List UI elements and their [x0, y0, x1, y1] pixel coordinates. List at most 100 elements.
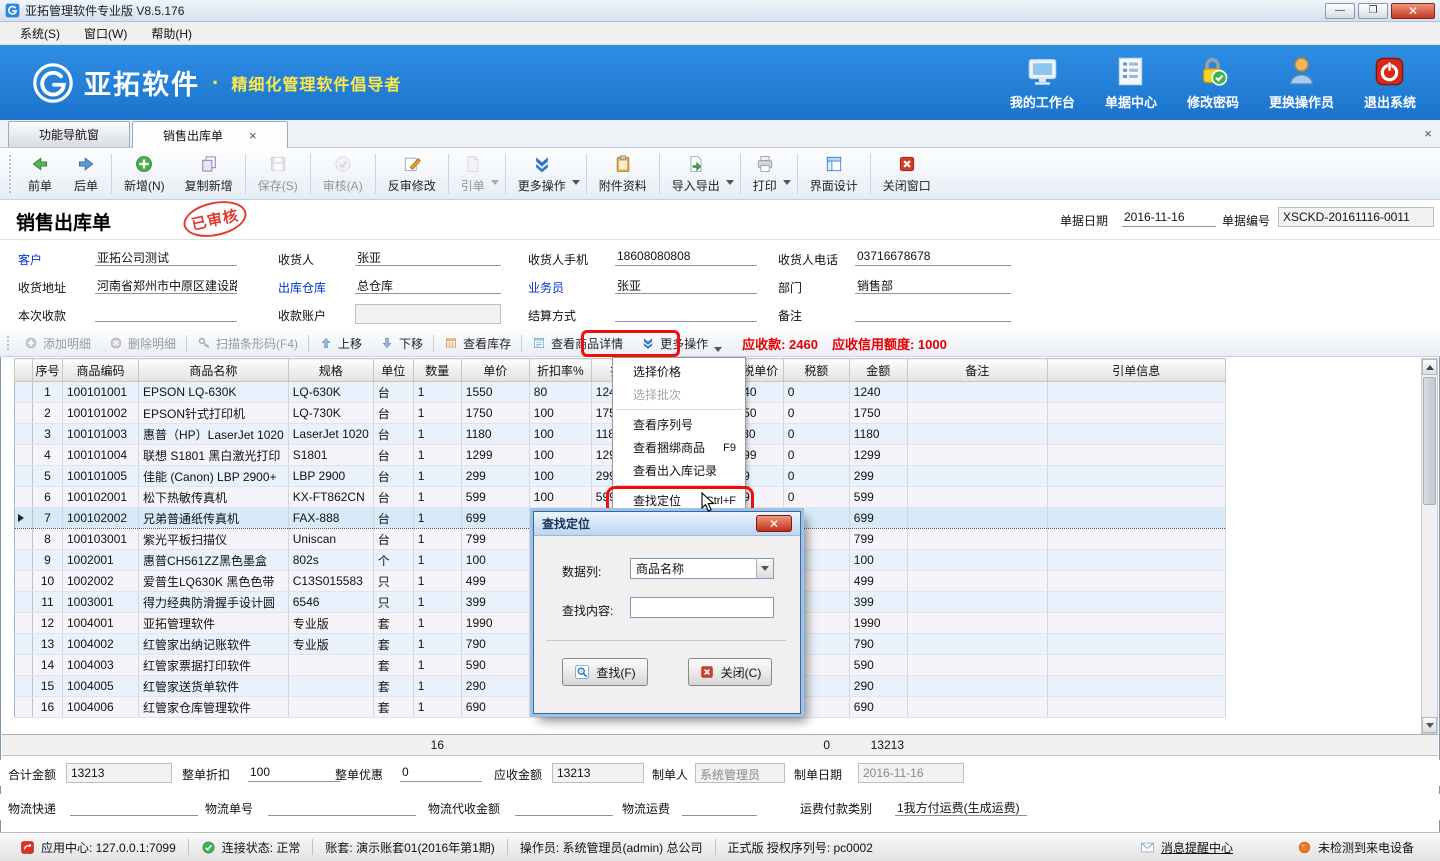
footer-value-运费付款类别[interactable]: 1我方付运费(生成运费) [895, 798, 1027, 816]
menu-item-1[interactable]: 窗口(W) [72, 22, 139, 45]
column-header-单价[interactable]: 单价 [461, 359, 529, 382]
footer-value-整单折扣[interactable]: 100 [248, 764, 340, 782]
detail-上移[interactable]: 上移 [310, 330, 371, 356]
chevron-down-icon[interactable] [491, 180, 499, 185]
field-value-收货人手机[interactable]: 18608080808 [615, 248, 757, 266]
chevron-down-icon[interactable] [783, 180, 791, 185]
column-header-税额[interactable]: 税额 [783, 359, 849, 382]
toolbar-前单[interactable]: 前单 [17, 152, 63, 196]
chevron-down-icon[interactable] [572, 180, 580, 185]
field-label-出库仓库[interactable]: 出库仓库 [278, 279, 326, 296]
banner-action-1[interactable]: 单据中心 [1105, 55, 1157, 111]
toolbar-导入导出[interactable]: 导入导出 [662, 152, 738, 196]
detail-label: 删除明细 [128, 335, 176, 352]
field-value-本次收款[interactable] [95, 304, 237, 322]
column-header-序号[interactable]: 序号 [33, 359, 63, 382]
toolbar-打印[interactable]: 打印 [743, 152, 795, 196]
toolbar-界面设计[interactable]: 界面设计 [800, 152, 868, 196]
vertical-scrollbar[interactable] [1421, 358, 1438, 734]
doc-date-field[interactable]: 2016-11-16 [1122, 209, 1216, 227]
toolbar-关闭窗口[interactable]: 关闭窗口 [873, 152, 941, 196]
scroll-up-button[interactable] [1422, 359, 1437, 375]
detail-下移[interactable]: 下移 [371, 330, 432, 356]
menu-item-2[interactable]: 帮助(H) [139, 22, 204, 45]
cell: 1002001 [63, 550, 139, 571]
find-content-input[interactable] [630, 597, 774, 618]
column-header-商品名称[interactable]: 商品名称 [139, 359, 289, 382]
field-label-客户[interactable]: 客户 [18, 251, 42, 268]
column-header-金额[interactable]: 金额 [849, 359, 907, 382]
banner-action-4[interactable]: 退出系统 [1364, 55, 1416, 111]
cell [288, 676, 373, 697]
field-value-出库仓库[interactable]: 总仓库 [355, 276, 501, 294]
footer-label-整单折扣: 整单折扣 [182, 766, 230, 783]
toolbar-新增(N)[interactable]: 新增(N) [114, 152, 175, 196]
cell: 亚拓管理软件 [139, 613, 289, 634]
scrollbar-thumb[interactable] [1423, 377, 1436, 505]
footer-value-物流运费[interactable] [682, 798, 757, 816]
field-value-业务员[interactable]: 张亚 [615, 276, 757, 294]
toolbar-复制新增[interactable]: 复制新增 [175, 152, 243, 196]
restore-button[interactable]: ❐ [1358, 3, 1388, 19]
field-value-备注[interactable] [855, 304, 1011, 322]
field-value-收货人[interactable]: 张亚 [355, 248, 501, 266]
menu-item-0[interactable]: 系统(S) [8, 22, 72, 45]
field-value-收货人电话[interactable]: 03716678678 [855, 248, 1011, 266]
detail-更多操作[interactable]: 更多操作 [632, 330, 728, 356]
toolbar-更多操作[interactable]: 更多操作 [508, 152, 584, 196]
dialog-close-button[interactable]: ✕ [756, 515, 792, 532]
cell: 7 [33, 508, 63, 529]
banner-action-3[interactable]: 更换操作员 [1269, 55, 1334, 111]
toolbar-附件资料[interactable]: 附件资料 [589, 152, 657, 196]
chevron-down-icon[interactable] [714, 347, 722, 352]
field-label-业务员[interactable]: 业务员 [528, 279, 564, 296]
menu-item-查看出入库记录[interactable]: 查看出入库记录 [613, 459, 745, 482]
detail-查看库存[interactable]: 查看库存 [435, 330, 520, 356]
footer-value-物流单号[interactable] [268, 798, 416, 816]
tab-0[interactable]: 功能导航窗 [8, 121, 130, 147]
toolbar-反审修改[interactable]: 反审修改 [378, 152, 446, 196]
data-column-select[interactable]: 商品名称 [630, 558, 774, 579]
find-button[interactable]: 查找(F) [562, 658, 648, 686]
field-value-部门[interactable]: 销售部 [855, 276, 1011, 294]
column-header-折扣率%[interactable]: 折扣率% [529, 359, 591, 382]
field-value-客户[interactable]: 亚拓公司测试 [95, 248, 237, 266]
footer-value-物流快递[interactable] [70, 798, 198, 816]
minimize-button[interactable]: — [1325, 3, 1355, 19]
footer-value-整单优惠[interactable]: 0 [400, 764, 482, 782]
tab-1[interactable]: 销售出库单× [132, 121, 288, 148]
column-header-备注[interactable]: 备注 [907, 359, 1047, 382]
field-value-结算方式[interactable] [615, 304, 757, 322]
field-value-收货地址[interactable]: 河南省郑州市中原区建设路口 [95, 276, 237, 294]
status-text[interactable]: 消息提醒中心 [1161, 839, 1233, 856]
column-header-数量[interactable]: 数量 [413, 359, 461, 382]
menu-item-查看捆绑商品[interactable]: 查看捆绑商品F9 [613, 436, 745, 459]
dialog-titlebar[interactable]: 查找定位 ✕ [534, 512, 800, 536]
tabbar-close-icon[interactable]: × [1424, 126, 1432, 141]
status-right-item-0[interactable]: 消息提醒中心 [1128, 839, 1245, 856]
column-header-规格[interactable]: 规格 [288, 359, 373, 382]
toolbar-separator [245, 154, 246, 194]
cell: 1 [413, 529, 461, 550]
row-marker-cell [15, 487, 33, 508]
tab-close-icon[interactable]: × [249, 129, 257, 142]
column-header-商品编码[interactable]: 商品编码 [63, 359, 139, 382]
combo-dropdown-button[interactable] [756, 559, 773, 578]
column-header-单位[interactable]: 单位 [373, 359, 413, 382]
row-marker-cell [15, 466, 33, 487]
banner-action-0[interactable]: 我的工作台 [1010, 55, 1075, 111]
detail-查看商品详情[interactable]: 查看商品详情 [523, 330, 632, 356]
footer-value-物流代收金额[interactable] [515, 798, 613, 816]
banner-action-2[interactable]: 修改密码 [1187, 55, 1239, 111]
chevron-down-icon[interactable] [726, 180, 734, 185]
menu-item-查看序列号[interactable]: 查看序列号 [613, 413, 745, 436]
toolbar-后单[interactable]: 后单 [63, 152, 109, 196]
close-button[interactable]: ✕ [1391, 3, 1435, 19]
column-header-引单信息[interactable]: 引单信息 [1047, 359, 1225, 382]
menu-item-label: 查找定位 [633, 492, 681, 509]
cell: 0 [783, 487, 849, 508]
menu-item-选择价格[interactable]: 选择价格 [613, 360, 745, 383]
menu-item-查找定位[interactable]: 查找定位Ctrl+F [613, 489, 745, 512]
dialog-close-action-button[interactable]: 关闭(C) [688, 658, 772, 686]
scroll-down-button[interactable] [1422, 717, 1437, 733]
